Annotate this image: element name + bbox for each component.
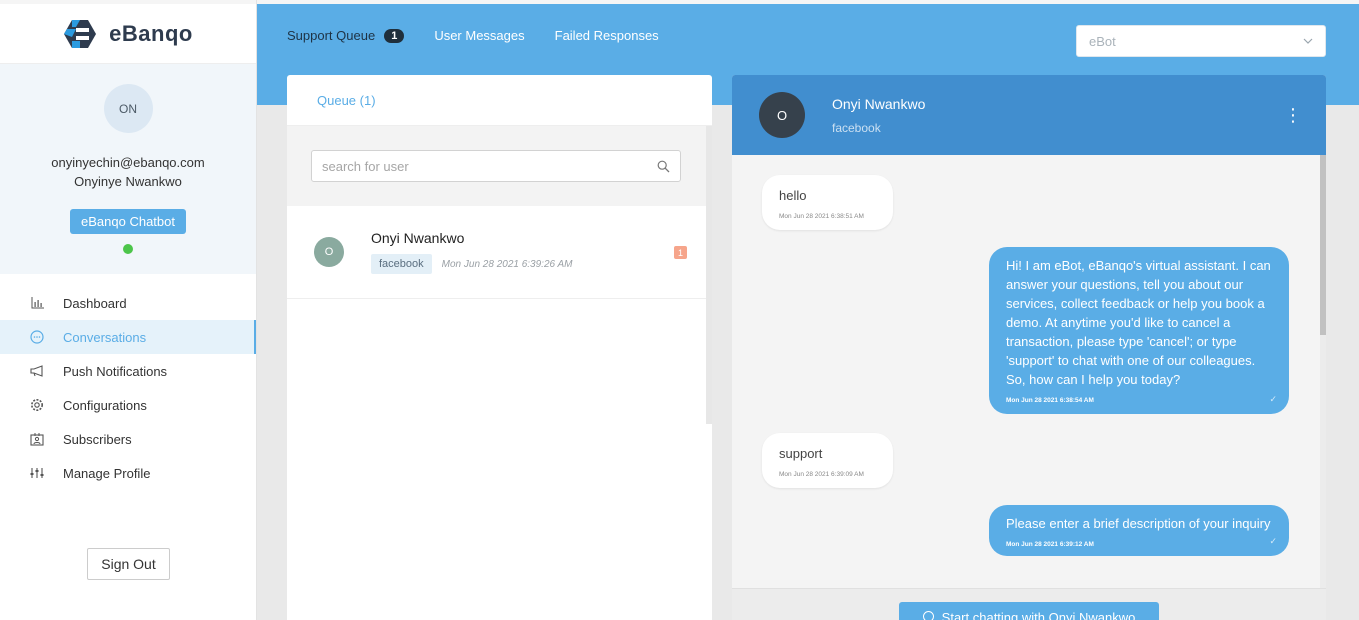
brand[interactable]: eBanqo <box>0 0 256 64</box>
message-text: Hi! I am eBot, eBanqo's virtual assistan… <box>1006 258 1271 387</box>
sidebar-item-label: Push Notifications <box>63 363 168 379</box>
online-status-dot <box>123 244 133 254</box>
message-outgoing: Please enter a brief description of your… <box>989 505 1289 556</box>
message-text: hello <box>779 188 807 203</box>
search-box <box>311 150 681 182</box>
sidebar-item-dashboard[interactable]: Dashboard <box>0 286 256 320</box>
ebanqo-logo-icon <box>64 19 97 48</box>
more-options-icon[interactable]: ⋮ <box>1284 105 1302 125</box>
queue-scrollbar[interactable] <box>706 126 712 424</box>
chat-scrollbar-thumb[interactable] <box>1320 155 1326 335</box>
bot-select-dropdown[interactable]: eBot <box>1076 25 1326 57</box>
sidebar-item-label: Dashboard <box>63 295 127 311</box>
avatar[interactable]: ON <box>103 84 153 133</box>
message-incoming: support Mon Jun 28 2021 6:39:09 AM <box>762 433 893 488</box>
chat-header: O Onyi Nwankwo facebook ⋮ <box>732 75 1326 155</box>
chat-bubble-icon <box>30 330 44 344</box>
queue-item-avatar: O <box>314 237 344 267</box>
support-queue-count-badge: 1 <box>384 28 405 43</box>
sidebar-item-configurations[interactable]: Configurations <box>0 388 256 422</box>
start-chatting-button[interactable]: Start chatting with Onyi Nwankwo <box>899 602 1159 620</box>
search-icon[interactable] <box>657 160 670 173</box>
message-outgoing: Hi! I am eBot, eBanqo's virtual assistan… <box>989 247 1289 414</box>
chat-circle-icon <box>922 611 934 620</box>
message-time: Mon Jun 28 2021 6:39:09 AM <box>779 471 864 478</box>
profile-name: Onyinye Nwankwo <box>74 174 182 189</box>
bar-chart-icon <box>30 296 44 310</box>
queue-item[interactable]: O Onyi Nwankwo facebook Mon Jun 28 2021 … <box>287 206 712 299</box>
message-text: Please enter a brief description of your… <box>1006 516 1271 531</box>
subscriber-card-icon <box>30 432 44 446</box>
message-text: support <box>779 446 823 461</box>
gear-icon <box>30 398 44 412</box>
sidebar-item-label: Conversations <box>63 329 147 345</box>
megaphone-icon <box>30 364 44 378</box>
sidebar-item-label: Manage Profile <box>63 465 151 481</box>
read-check-icon: ✓ <box>1269 394 1277 404</box>
tab-label: Failed Responses <box>554 28 659 43</box>
message-time: Mon Jun 28 2021 6:38:51 AM <box>779 213 864 220</box>
unread-count-badge: 1 <box>674 246 687 259</box>
sidebar-item-push-notifications[interactable]: Push Notifications <box>0 354 256 388</box>
brand-name: eBanqo <box>109 20 193 46</box>
message-time: Mon Jun 28 2021 6:38:54 AM <box>1006 397 1094 404</box>
queue-item-meta: facebook Mon Jun 28 2021 6:39:26 AM <box>371 254 573 274</box>
contact-info: Onyi Nwankwo facebook <box>832 96 925 135</box>
sidebar-nav: Dashboard Conversations Push Notificatio… <box>0 286 256 490</box>
message-incoming: hello Mon Jun 28 2021 6:38:51 AM <box>762 175 893 230</box>
queue-tab[interactable]: Queue (1) <box>287 75 712 126</box>
app-root: eBanqo ON onyinyechin@ebanqo.com Onyinye… <box>0 0 1359 620</box>
sidebar-item-conversations[interactable]: Conversations <box>0 320 256 354</box>
queue-item-body: Onyi Nwankwo facebook Mon Jun 28 2021 6:… <box>371 230 573 274</box>
sidebar-item-manage-profile[interactable]: Manage Profile <box>0 456 256 490</box>
tab-label: User Messages <box>434 28 525 43</box>
read-check-icon: ✓ <box>1269 536 1277 546</box>
contact-source: facebook <box>832 120 881 135</box>
tab-failed-responses[interactable]: Failed Responses <box>555 28 659 43</box>
sidebar-item-subscribers[interactable]: Subscribers <box>0 422 256 456</box>
bot-badge[interactable]: eBanqo Chatbot <box>70 209 186 234</box>
bot-select-value: eBot <box>1089 33 1116 49</box>
profile-card: ON onyinyechin@ebanqo.com Onyinye Nwankw… <box>0 64 256 274</box>
channel-chip: facebook <box>371 254 432 274</box>
chat-scrollbar[interactable] <box>1320 155 1326 588</box>
profile-email: onyinyechin@ebanqo.com <box>51 155 205 170</box>
tab-user-messages[interactable]: User Messages <box>434 28 524 43</box>
queue-item-name: Onyi Nwankwo <box>371 230 465 246</box>
sign-out-button[interactable]: Sign Out <box>87 548 170 580</box>
sidebar-item-label: Configurations <box>63 397 147 413</box>
profile-sliders-icon <box>30 466 44 480</box>
queue-panel: Queue (1) O Onyi Nwankwo facebook Mon Ju… <box>287 75 712 620</box>
sidebar-item-label: Subscribers <box>63 431 132 447</box>
chevron-down-icon <box>1303 38 1313 44</box>
tab-support-queue[interactable]: Support Queue 1 <box>287 28 405 43</box>
chat-footer: Start chatting with Onyi Nwankwo <box>732 588 1326 620</box>
search-area <box>287 126 712 206</box>
start-chatting-label: Start chatting with Onyi Nwankwo <box>941 610 1136 620</box>
chat-panel: O Onyi Nwankwo facebook ⋮ hello Mon Jun … <box>732 75 1326 620</box>
contact-name: Onyi Nwankwo <box>832 95 926 112</box>
tab-label: Support Queue <box>287 28 376 43</box>
message-time: Mon Jun 28 2021 6:39:12 AM <box>1006 541 1094 548</box>
search-input[interactable] <box>322 158 657 174</box>
top-tabs: Support Queue 1 User Messages Failed Res… <box>287 28 659 43</box>
queue-item-time: Mon Jun 28 2021 6:39:26 AM <box>441 258 573 270</box>
message-list: hello Mon Jun 28 2021 6:38:51 AM Hi! I a… <box>732 155 1320 588</box>
sidebar: eBanqo ON onyinyechin@ebanqo.com Onyinye… <box>0 0 257 620</box>
contact-avatar: O <box>759 92 805 138</box>
